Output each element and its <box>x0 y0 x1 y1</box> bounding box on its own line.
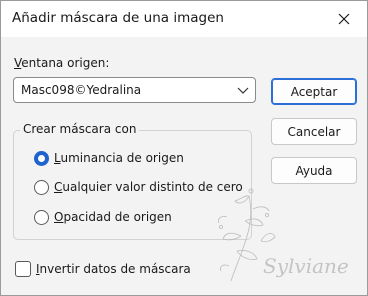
radio-button[interactable] <box>34 209 49 225</box>
dialog-title: Añadir máscara de una imagen <box>12 10 224 26</box>
help-button[interactable]: Ayuda <box>271 157 357 184</box>
invert-mask-checkbox[interactable] <box>15 261 31 277</box>
radio-button-checked[interactable] <box>34 150 49 166</box>
radio-source-opacity-label: Opacidad de origen <box>54 210 172 224</box>
radio-any-nonzero[interactable]: Cualquier valor distinto de cero <box>34 178 243 196</box>
radio-source-opacity[interactable]: Opacidad de origen <box>34 208 172 226</box>
accept-button[interactable]: Aceptar <box>271 78 357 105</box>
radio-luminance[interactable]: Luminancia de origen <box>34 149 184 167</box>
radio-button[interactable] <box>34 179 49 195</box>
invert-mask-checkbox-row[interactable]: Invertir datos de máscara <box>15 260 191 278</box>
watermark-text: Sylviane <box>263 254 349 278</box>
mask-dialog: Añadir máscara de una imagen Ventana ori… <box>0 0 368 296</box>
cancel-button[interactable]: Cancelar <box>271 118 357 145</box>
source-window-label: Ventana origen: <box>14 56 110 70</box>
mask-source-group-title: Crear máscara con <box>20 122 140 136</box>
source-window-dropdown[interactable]: Masc098©Yedralina <box>13 77 256 103</box>
radio-any-nonzero-label: Cualquier valor distinto de cero <box>54 180 243 194</box>
close-icon <box>338 13 350 25</box>
chevron-down-icon <box>237 87 249 94</box>
radio-luminance-label: Luminancia de origen <box>54 151 184 165</box>
close-button[interactable] <box>327 5 361 33</box>
invert-mask-label: Invertir datos de máscara <box>36 262 191 276</box>
source-window-value: Masc098©Yedralina <box>21 83 142 97</box>
title-bar: Añadir máscara de una imagen <box>1 1 367 37</box>
